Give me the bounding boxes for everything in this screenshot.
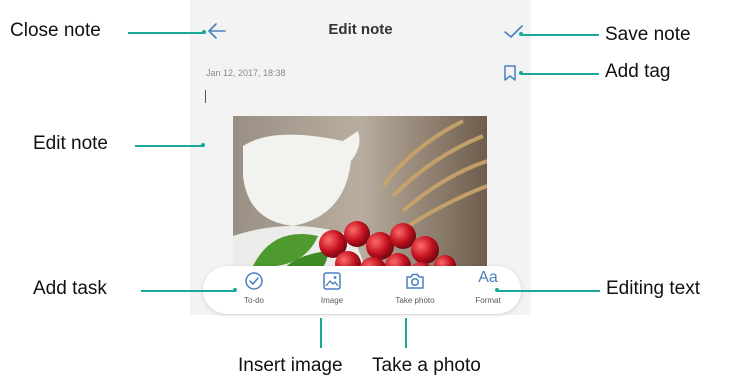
bottom-toolbar: To-do Image Take photo Aa Format	[203, 266, 521, 314]
callout-save-note: Save note	[605, 24, 691, 45]
check-circle-icon	[244, 271, 264, 291]
top-bar: Edit note	[190, 0, 531, 58]
note-text-editor[interactable]	[200, 84, 490, 106]
callout-edit-note: Edit note	[33, 133, 108, 154]
callout-line-task	[141, 290, 235, 292]
callout-dot-edit	[201, 143, 205, 147]
callout-dot-close	[202, 30, 206, 34]
callout-line-tag	[521, 73, 599, 75]
image-label: Image	[320, 296, 344, 305]
format-text-icon: Aa	[478, 269, 498, 286]
todo-label: To-do	[243, 296, 264, 305]
callout-insert-image: Insert image	[238, 355, 343, 376]
camera-icon	[405, 271, 425, 291]
checkmark-icon[interactable]	[502, 20, 524, 42]
callout-line-photo	[405, 318, 407, 348]
image-icon	[322, 271, 342, 291]
note-editor-screen: Edit note Jan 12, 2017, 18:38 To-do Imag…	[190, 0, 531, 315]
callout-editing-text: Editing text	[606, 278, 700, 299]
callout-line-image	[320, 318, 322, 348]
note-timestamp: Jan 12, 2017, 18:38	[206, 68, 286, 78]
callout-add-task: Add task	[33, 278, 107, 299]
callout-add-tag: Add tag	[605, 61, 671, 82]
take-photo-button[interactable]: Take photo	[384, 266, 446, 314]
callout-line-close	[128, 32, 204, 34]
image-button[interactable]: Image	[301, 266, 363, 314]
callout-line-edit	[135, 145, 203, 147]
page-title: Edit note	[328, 21, 393, 38]
callout-dot-save	[519, 32, 523, 36]
take-photo-label: Take photo	[395, 296, 435, 305]
callout-dot-format	[495, 288, 499, 292]
note-image[interactable]	[233, 116, 487, 286]
callout-line-save	[521, 34, 599, 36]
text-cursor	[205, 90, 206, 103]
callout-close-note: Close note	[10, 20, 101, 41]
callout-dot-task	[233, 288, 237, 292]
callout-line-format	[497, 290, 600, 292]
format-label: Format	[475, 296, 501, 305]
callout-take-a-photo: Take a photo	[372, 355, 481, 376]
callout-dot-tag	[519, 71, 523, 75]
bookmark-icon[interactable]	[502, 64, 518, 82]
